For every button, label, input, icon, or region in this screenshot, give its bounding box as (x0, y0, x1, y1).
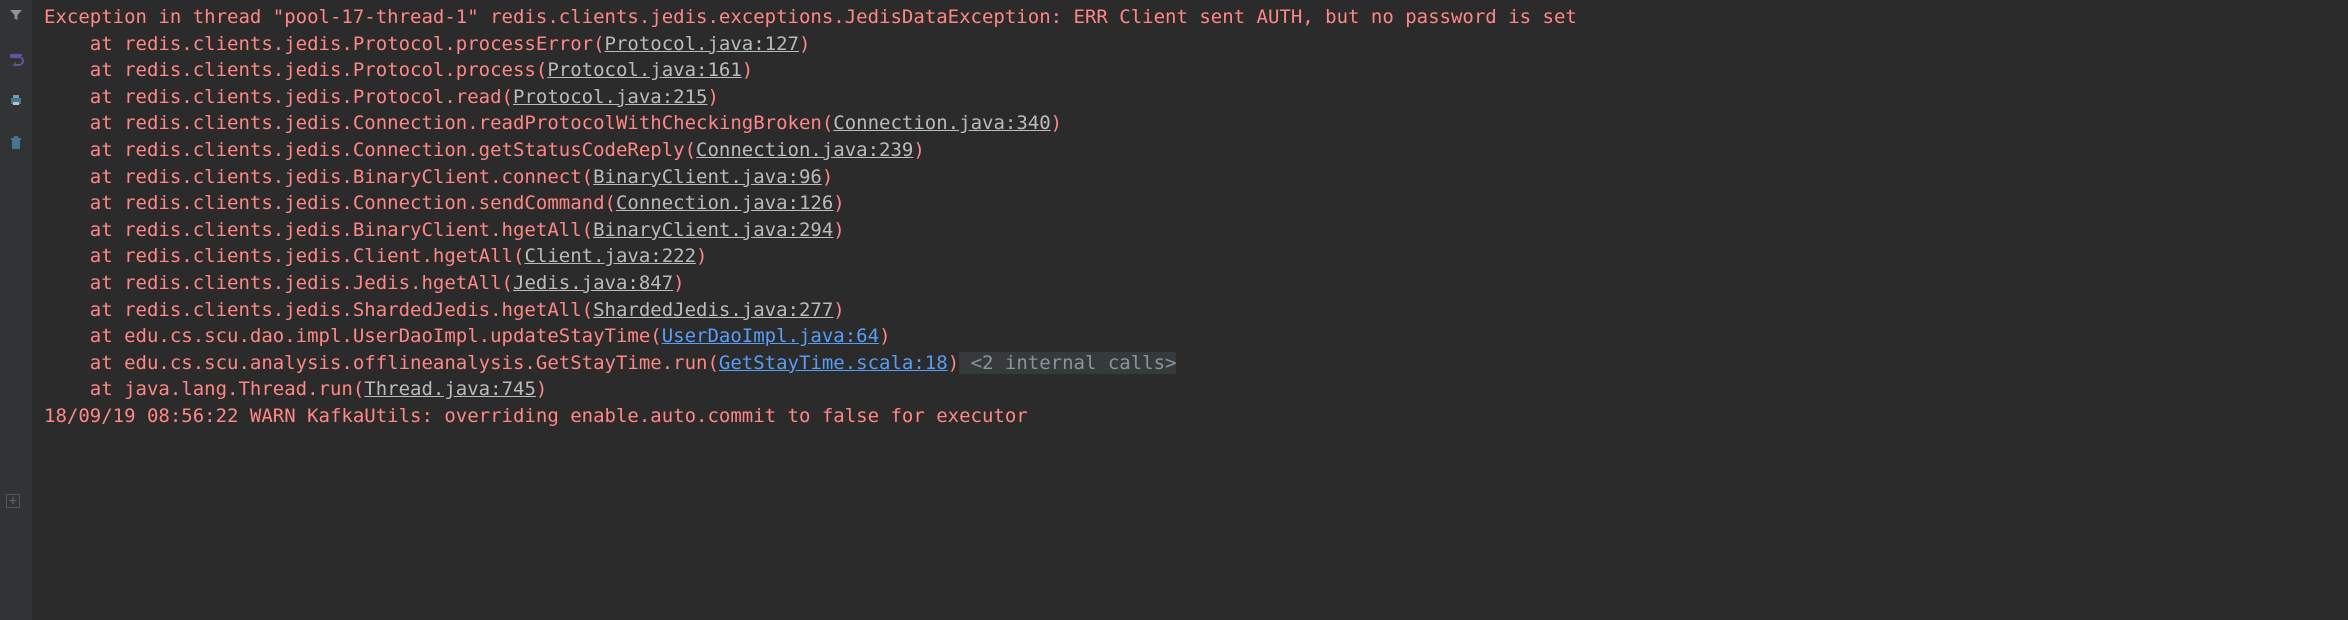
stack-frame: at redis.clients.jedis.Protocol.process(… (44, 57, 2348, 84)
expand-fold-icon[interactable]: + (6, 494, 20, 508)
stack-frame: at redis.clients.jedis.BinaryClient.conn… (44, 164, 2348, 191)
stack-frame-text: at redis.clients.jedis.Client.hgetAll( (44, 245, 524, 267)
stack-frame-text: at redis.clients.jedis.Connection.sendCo… (44, 192, 616, 214)
stack-frame-text: at edu.cs.scu.dao.impl.UserDaoImpl.updat… (44, 325, 662, 347)
stack-frame: at edu.cs.scu.analysis.offlineanalysis.G… (44, 350, 2348, 377)
source-link[interactable]: Connection.java:340 (833, 112, 1050, 134)
stack-frame-text: at redis.clients.jedis.Protocol.process( (44, 59, 547, 81)
stack-frame: at redis.clients.jedis.Connection.getSta… (44, 137, 2348, 164)
stack-frame: at redis.clients.jedis.Connection.sendCo… (44, 190, 2348, 217)
stack-frame-text: at redis.clients.jedis.Connection.readPr… (44, 112, 833, 134)
log-line: 18/09/19 08:56:22 WARN KafkaUtils: overr… (44, 403, 2348, 430)
stack-frame-text: at edu.cs.scu.analysis.offlineanalysis.G… (44, 352, 719, 374)
stack-frame-text: at redis.clients.jedis.Connection.getSta… (44, 139, 696, 161)
source-link[interactable]: ShardedJedis.java:277 (593, 299, 833, 321)
stack-frame: at edu.cs.scu.dao.impl.UserDaoImpl.updat… (44, 323, 2348, 350)
stack-frame-text: at java.lang.Thread.run( (44, 378, 364, 400)
source-link[interactable]: GetStayTime.scala:18 (719, 352, 948, 374)
source-link[interactable]: Protocol.java:161 (547, 59, 741, 81)
source-link[interactable]: Protocol.java:215 (513, 86, 707, 108)
source-link[interactable]: Connection.java:239 (696, 139, 913, 161)
source-link[interactable]: UserDaoImpl.java:64 (662, 325, 879, 347)
source-link[interactable]: Thread.java:745 (364, 378, 536, 400)
stack-frame: at redis.clients.jedis.Connection.readPr… (44, 110, 2348, 137)
print-icon[interactable] (8, 89, 24, 116)
filter-icon[interactable] (8, 4, 24, 31)
stack-frame: at java.lang.Thread.run(Thread.java:745) (44, 376, 2348, 403)
stack-frame: at redis.clients.jedis.BinaryClient.hget… (44, 217, 2348, 244)
source-link[interactable]: BinaryClient.java:96 (593, 166, 822, 188)
source-link[interactable]: Client.java:222 (524, 245, 696, 267)
console-gutter (0, 0, 32, 620)
console-output[interactable]: Exception in thread "pool-17-thread-1" r… (32, 0, 2348, 620)
stack-frame-text: at redis.clients.jedis.BinaryClient.hget… (44, 219, 593, 241)
stack-frame-text: at redis.clients.jedis.ShardedJedis.hget… (44, 299, 593, 321)
source-link[interactable]: Protocol.java:127 (605, 33, 799, 55)
stack-frame: at redis.clients.jedis.Jedis.hgetAll(Jed… (44, 270, 2348, 297)
stack-frame: at redis.clients.jedis.Client.hgetAll(Cl… (44, 243, 2348, 270)
source-link[interactable]: Jedis.java:847 (513, 272, 673, 294)
internal-calls-note: <2 internal calls> (959, 352, 1176, 374)
wrap-icon[interactable] (8, 47, 24, 74)
stack-frame: at redis.clients.jedis.Protocol.read(Pro… (44, 84, 2348, 111)
stack-frame-text: at redis.clients.jedis.Protocol.read( (44, 86, 513, 108)
stack-frame-text: at redis.clients.jedis.BinaryClient.conn… (44, 166, 593, 188)
stack-frame-text: at redis.clients.jedis.Jedis.hgetAll( (44, 272, 513, 294)
source-link[interactable]: Connection.java:126 (616, 192, 833, 214)
clear-icon[interactable] (8, 132, 24, 159)
exception-header: Exception in thread "pool-17-thread-1" r… (44, 4, 2348, 31)
stack-frame-text: at redis.clients.jedis.Protocol.processE… (44, 33, 605, 55)
stack-frame: at redis.clients.jedis.Protocol.processE… (44, 31, 2348, 58)
source-link[interactable]: BinaryClient.java:294 (593, 219, 833, 241)
stack-frame: at redis.clients.jedis.ShardedJedis.hget… (44, 297, 2348, 324)
